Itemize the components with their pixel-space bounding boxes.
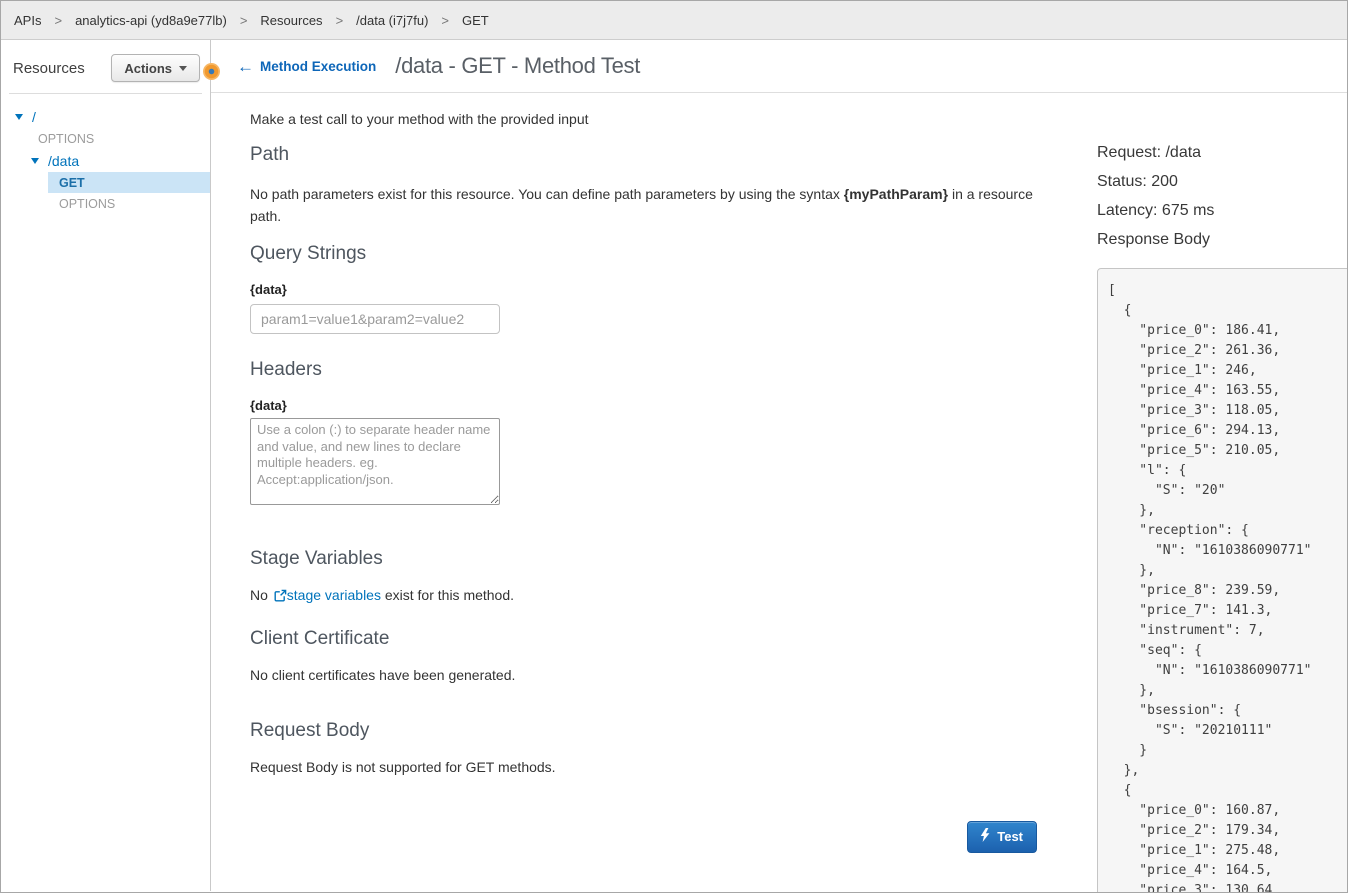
tree-item-root-resource[interactable]: / — [1, 106, 210, 128]
resources-sidebar: Resources Actions / OPTIONS /data — [1, 40, 211, 891]
test-results-panel: Request: /data Status: 200 Latency: 675 … — [1097, 93, 1348, 893]
intro-text: Make a test call to your method with the… — [250, 111, 1037, 127]
path-heading: Path — [250, 144, 1037, 166]
lightning-bolt-icon — [980, 828, 990, 845]
resource-tree: / OPTIONS /data GET OPTIONS — [1, 106, 210, 215]
method-label-options: OPTIONS — [38, 132, 94, 146]
headers-textarea[interactable] — [250, 418, 500, 505]
request-result: Request: /data — [1097, 143, 1348, 162]
headers-heading: Headers — [250, 359, 1037, 381]
resource-link-root[interactable]: / — [32, 109, 36, 125]
client-certificate-text: No client certificates have been generat… — [250, 667, 1037, 683]
sidebar-title: Resources — [13, 60, 85, 77]
request-body-heading: Request Body — [250, 720, 1037, 742]
latency-result: Latency: 675 ms — [1097, 201, 1348, 220]
stage-variables-text: No stage variables exist for this method… — [250, 587, 1037, 605]
response-body-heading: Response Body — [1097, 230, 1348, 249]
tree-item-data-resource[interactable]: /data — [1, 150, 210, 172]
request-body-text: Request Body is not supported for GET me… — [250, 759, 1037, 775]
panel-splitter-handle[interactable] — [203, 63, 220, 80]
stage-variables-heading: Stage Variables — [250, 548, 1037, 570]
test-button-label: Test — [997, 829, 1023, 844]
breadcrumb-item-data-resource[interactable]: /data (i7j7fu) — [356, 13, 428, 28]
tree-item-data-options[interactable]: OPTIONS — [1, 193, 210, 215]
response-body-json: [ { "price_0": 186.41, "price_2": 261.36… — [1108, 281, 1348, 893]
method-label-options: OPTIONS — [59, 197, 115, 211]
query-param-label: {data} — [250, 282, 1037, 297]
client-certificate-heading: Client Certificate — [250, 628, 1037, 650]
breadcrumb-item-resources[interactable]: Resources — [260, 13, 322, 28]
query-strings-heading: Query Strings — [250, 243, 1037, 265]
breadcrumb: APIs > analytics-api (yd8a9e77lb) > Reso… — [1, 1, 1347, 40]
chevron-down-icon — [179, 66, 187, 71]
stage-variables-link[interactable]: stage variables — [287, 587, 381, 603]
method-execution-back-link[interactable]: ← Method Execution — [237, 58, 376, 75]
method-test-header: ← Method Execution /data - GET - Method … — [211, 40, 1348, 93]
path-description: No path parameters exist for this resour… — [250, 183, 1037, 227]
breadcrumb-separator: > — [54, 13, 62, 28]
breadcrumb-item-get[interactable]: GET — [462, 13, 489, 28]
path-param-syntax: {myPathParam} — [844, 186, 948, 202]
breadcrumb-separator: > — [441, 13, 449, 28]
actions-button-label: Actions — [124, 61, 172, 76]
actions-button[interactable]: Actions — [111, 54, 200, 82]
query-string-input[interactable] — [250, 304, 500, 334]
tree-item-data-get-selected[interactable]: GET — [48, 172, 210, 193]
app-window: APIs > analytics-api (yd8a9e77lb) > Reso… — [0, 0, 1348, 893]
back-link-label: Method Execution — [260, 59, 376, 74]
response-body-box: [ { "price_0": 186.41, "price_2": 261.36… — [1097, 268, 1348, 893]
test-button[interactable]: Test — [967, 821, 1037, 853]
tree-item-root-options[interactable]: OPTIONS — [1, 128, 210, 150]
resource-link-data[interactable]: /data — [48, 153, 79, 169]
external-link-icon — [274, 589, 287, 605]
breadcrumb-item-apis[interactable]: APIs — [14, 13, 41, 28]
caret-down-icon[interactable] — [31, 158, 39, 164]
back-arrow-icon: ← — [237, 58, 254, 75]
main-panel: ← Method Execution /data - GET - Method … — [211, 40, 1348, 891]
breadcrumb-item-api-name[interactable]: analytics-api (yd8a9e77lb) — [75, 13, 227, 28]
breadcrumb-separator: > — [336, 13, 344, 28]
sidebar-divider — [9, 93, 202, 94]
breadcrumb-separator: > — [240, 13, 248, 28]
test-form-column: Make a test call to your method with the… — [250, 93, 1037, 893]
caret-down-icon[interactable] — [15, 114, 23, 120]
status-result: Status: 200 — [1097, 172, 1348, 191]
method-label-get: GET — [59, 176, 85, 190]
page-title: /data - GET - Method Test — [395, 53, 640, 79]
headers-param-label: {data} — [250, 398, 1037, 413]
